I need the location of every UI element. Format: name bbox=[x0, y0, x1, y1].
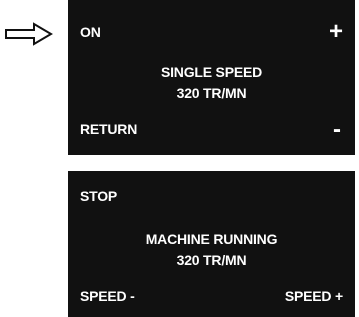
screen-panel-top: ON + SINGLE SPEED 320 TR/MN RETURN - bbox=[68, 0, 355, 155]
mode-text: SINGLE SPEED bbox=[160, 64, 263, 80]
speed-readout: 320 TR/MN bbox=[176, 85, 247, 101]
stop-softkey-label[interactable]: STOP bbox=[80, 188, 117, 204]
machine-status-text: MACHINE RUNNING bbox=[145, 231, 278, 247]
screen-panel-bottom: STOP MACHINE RUNNING 320 TR/MN SPEED - S… bbox=[68, 171, 355, 317]
speed-minus-softkey-label[interactable]: SPEED - bbox=[80, 288, 135, 304]
status-display: MACHINE RUNNING 320 TR/MN bbox=[68, 229, 355, 271]
return-softkey-label[interactable]: RETURN bbox=[80, 121, 137, 137]
speed-readout: 320 TR/MN bbox=[176, 252, 247, 268]
plus-softkey-label[interactable]: + bbox=[329, 20, 343, 44]
status-display: SINGLE SPEED 320 TR/MN bbox=[68, 62, 355, 104]
right-arrow-icon bbox=[5, 22, 53, 46]
speed-plus-softkey-label[interactable]: SPEED + bbox=[285, 288, 343, 304]
on-softkey-label[interactable]: ON bbox=[80, 24, 101, 40]
minus-softkey-label[interactable]: - bbox=[333, 118, 341, 142]
